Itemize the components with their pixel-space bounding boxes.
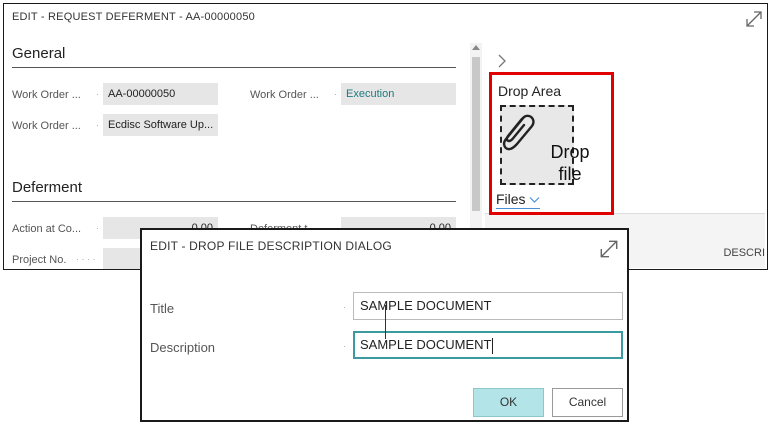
work-order-description-label: Work Order ... [12,120,81,132]
work-order-status-label: Work Order ... [250,89,319,101]
work-order-status-field[interactable]: Execution [341,83,456,105]
general-divider [12,67,456,68]
scrollbar-thumb[interactable] [472,57,480,211]
description-value: SAMPLE DOCUMENT [360,337,492,352]
scroll-up-icon[interactable] [472,45,480,50]
deferment-divider [12,201,456,202]
ok-button[interactable]: OK [473,388,544,417]
work-order-description-field[interactable]: Ecdisc Software Up... [103,114,218,136]
drop-file-text: Drop file [550,142,590,184]
drop-area-title: Drop Area [498,83,562,99]
description-field[interactable]: SAMPLE DOCUMENT [353,331,623,359]
dialog-title: EDIT - DROP FILE DESCRIPTION DIALOG [150,239,392,253]
expand-icon[interactable] [744,9,764,29]
title-label: Title [150,301,175,316]
text-caret [492,338,493,354]
description-column-header[interactable]: DESCRI [723,247,765,259]
drop-area-panel: Drop Area Drop file Files [489,72,614,215]
drop-file-description-dialog: EDIT - DROP FILE DESCRIPTION DIALOG Titl… [140,228,629,422]
paperclip-icon [502,114,535,151]
deferment-heading[interactable]: Deferment [12,179,82,196]
mouse-ibeam-cursor [385,305,386,339]
work-order-no-field[interactable]: AA-00000050 [103,83,218,105]
project-no-label: Project No. [12,254,67,266]
description-label: Description [150,340,216,355]
chevron-right-icon[interactable] [497,54,507,71]
cancel-button[interactable]: Cancel [552,388,623,417]
work-order-no-label: Work Order ... [12,89,81,101]
general-heading[interactable]: General [12,45,65,62]
action-at-co-label: Action at Co... [12,223,82,235]
files-label: Files [496,191,526,207]
window-title: EDIT - REQUEST DEFERMENT - AA-00000050 [12,11,255,23]
expand-icon[interactable] [598,238,620,260]
title-field[interactable]: SAMPLE DOCUMENT [353,292,623,320]
chevron-down-icon [529,195,540,207]
files-menu-button[interactable]: Files [496,191,541,209]
